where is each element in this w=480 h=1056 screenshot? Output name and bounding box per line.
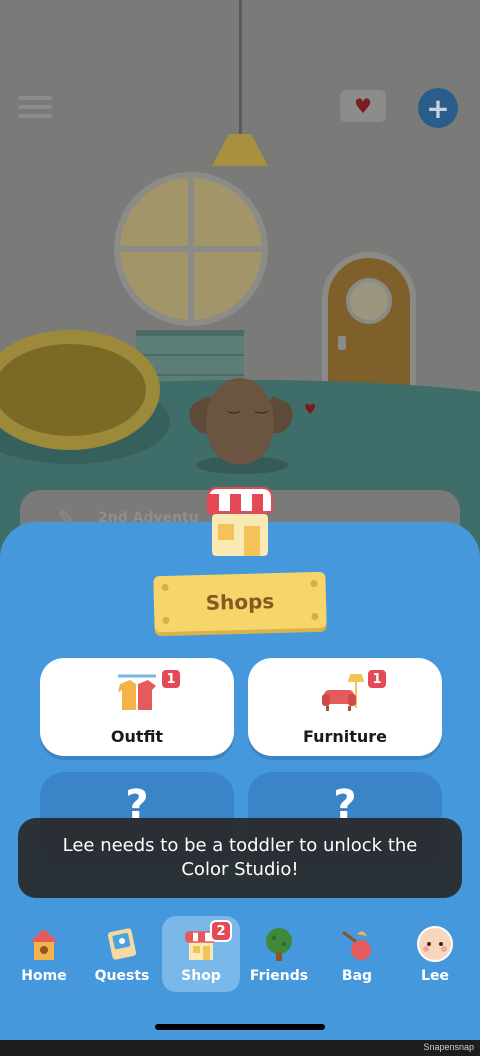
- shops-title-plate: Shops: [153, 571, 327, 633]
- nav-bag-label: Bag: [341, 968, 373, 984]
- nav-lee[interactable]: Lee: [396, 916, 474, 992]
- toast-message: Lee needs to be a toddler to unlock the …: [18, 818, 462, 898]
- birdhouse-icon: [30, 929, 58, 960]
- nav-bag[interactable]: Bag: [318, 916, 396, 992]
- bag-icon: [342, 930, 371, 960]
- envelope-heart-icon[interactable]: ♥: [340, 90, 386, 122]
- door-knob: [338, 336, 346, 350]
- nav-shop[interactable]: 2 Shop: [162, 916, 240, 992]
- nav-quests-label: Quests: [94, 968, 150, 984]
- pet-bird[interactable]: [206, 378, 274, 464]
- outfit-shop-button[interactable]: 1 Outfit: [40, 658, 234, 756]
- nav-shop-badge: 2: [210, 920, 232, 942]
- heart-icon: ♥: [304, 402, 317, 418]
- baby-face-icon: [417, 926, 453, 962]
- room-door: [322, 252, 416, 398]
- outfit-badge: 1: [160, 668, 182, 690]
- footer-strip: Snapensnap: [0, 1040, 480, 1056]
- sofa-lamp-icon: [322, 674, 364, 711]
- lamp-cord: [239, 0, 242, 138]
- furniture-shop-button[interactable]: 1 Furniture: [248, 658, 442, 756]
- tree-icon: [266, 928, 292, 961]
- bottom-nav: Home Quests 2 Shop Friends Bag Lee: [0, 910, 480, 1040]
- furniture-label: Furniture: [302, 727, 388, 746]
- watermark: Snapensnap: [423, 1042, 474, 1052]
- nav-quests[interactable]: Quests: [83, 916, 161, 992]
- round-window: [114, 172, 268, 326]
- pet-face: ‿ ‿: [228, 398, 273, 414]
- nav-friends-label: Friends: [249, 968, 309, 984]
- nav-home[interactable]: Home: [5, 916, 83, 992]
- clothes-rack-icon: [118, 674, 156, 710]
- shops-title: Shops: [205, 589, 275, 615]
- nav-home-label: Home: [21, 968, 67, 984]
- toast-text: Lee needs to be a toddler to unlock the …: [62, 835, 418, 880]
- nav-friends[interactable]: Friends: [240, 916, 318, 992]
- furniture-badge: 1: [366, 668, 388, 690]
- door-porthole: [346, 278, 392, 324]
- plus-icon[interactable]: +: [418, 88, 458, 128]
- shop-icon: [207, 487, 273, 556]
- outfit-label: Outfit: [110, 727, 164, 746]
- hamburger-menu-icon[interactable]: [18, 94, 52, 120]
- nav-shop-label: Shop: [181, 968, 221, 984]
- home-indicator: [155, 1024, 325, 1030]
- quest-card-icon: [107, 928, 137, 960]
- nav-lee-label: Lee: [421, 968, 449, 984]
